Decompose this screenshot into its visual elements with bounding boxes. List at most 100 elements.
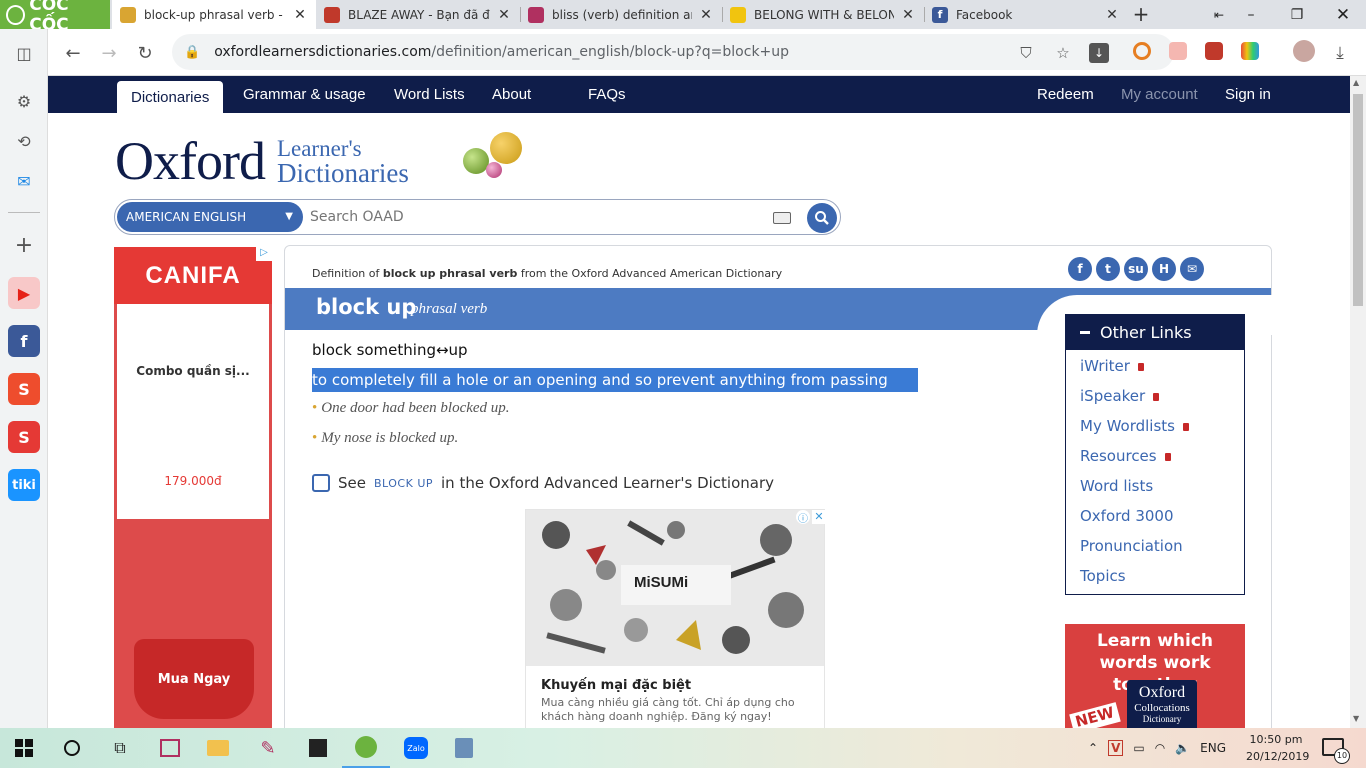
shopee-icon[interactable]: S [8,373,40,405]
nav-grammar-usage[interactable]: Grammar & usage [243,76,366,113]
task-view-icon[interactable]: ⧉ [96,728,144,768]
keyboard-icon[interactable] [773,212,791,224]
download-page-icon[interactable]: ↓ [1089,43,1109,63]
sendo-icon[interactable]: S [8,421,40,453]
language-indicator[interactable]: ENG [1200,741,1226,755]
coccoc-taskbar-icon[interactable] [342,728,390,768]
stumbleupon-share-icon[interactable]: su [1124,257,1148,281]
minimize-icon[interactable]: – [1228,0,1274,29]
tab-bliss[interactable]: bliss (verb) definition and sy ✕ [520,0,722,29]
nav-word-lists[interactable]: Word Lists [394,76,465,113]
back-icon[interactable]: ← [58,38,88,68]
tab-blaze-away[interactable]: BLAZE AWAY - Bạn đã đánh ✕ [316,0,520,29]
facebook-share-icon[interactable]: f [1068,257,1092,281]
link-topics[interactable]: Topics [1080,567,1126,585]
nav-sign-in[interactable]: Sign in [1225,76,1271,113]
forward-icon[interactable]: → [94,38,124,68]
zalo-icon[interactable]: Zalo [392,728,440,768]
collocations-ad[interactable]: Learn which words work together Oxford C… [1065,624,1245,728]
bookmark-star-icon[interactable]: ☆ [1053,43,1073,63]
windows-start-icon[interactable] [0,728,48,768]
youtube-icon[interactable]: ▶ [8,277,40,309]
sidebar-toggle-icon[interactable]: ◫ [8,37,40,69]
see-also-word[interactable]: BLOCK UP [374,477,433,490]
unikey-icon[interactable]: V [1108,740,1124,756]
misumi-ad[interactable]: MiSUMi ⓘ ✕ Khuyến mại đặc biệt Mua càng … [525,509,826,728]
red-extension-icon[interactable] [1205,42,1223,60]
close-icon[interactable]: ✕ [496,7,512,23]
language-select[interactable]: AMERICAN ENGLISH ▼ [117,202,303,232]
tiki-icon[interactable]: tiki [8,469,40,501]
tab-facebook[interactable]: f Facebook ✕ [924,0,1128,29]
app-icon[interactable] [440,728,488,768]
nav-dictionaries[interactable]: Dictionaries [117,81,224,113]
coccoc-menu-button[interactable]: CỐC CỐC [0,0,110,35]
ad-controls[interactable]: ⓘ ✕ [796,510,826,525]
gear-icon[interactable]: ⚙ [8,85,40,117]
volume-icon[interactable]: 🔈 [1175,741,1190,755]
oxford-logo[interactable]: Oxford Learner's Dictionaries [115,128,409,188]
adblock-extension-icon[interactable] [1169,42,1187,60]
close-icon[interactable]: ✕ [698,7,714,23]
page-scrollbar[interactable]: ▲ ▼ [1350,76,1366,728]
close-icon[interactable]: ✕ [292,7,308,23]
nav-faqs[interactable]: FAQs [588,76,626,113]
chrome-extension-icon[interactable] [1133,42,1151,60]
reload-icon[interactable]: ↻ [130,38,160,68]
nav-my-account[interactable]: My account [1121,76,1198,113]
facebook-icon[interactable]: f [8,325,40,357]
info-icon[interactable]: ⓘ [796,510,810,525]
search-icon[interactable] [48,728,96,768]
chevron-up-icon[interactable]: ⌃ [1088,741,1098,755]
search-button[interactable] [807,203,837,233]
link-resources[interactable]: Resources [1080,447,1171,465]
search-input[interactable] [310,206,750,228]
clock[interactable]: 10:50 pm 20/12/2019 [1246,731,1309,765]
tab-belong-with[interactable]: BELONG WITH & BELONG T ✕ [722,0,924,29]
download-icon[interactable]: ⤓ [1330,43,1350,63]
close-icon[interactable]: ✕ [812,510,826,524]
twitter-share-icon[interactable]: t [1096,257,1120,281]
link-iwriter[interactable]: iWriter [1080,357,1144,375]
scroll-up-icon[interactable]: ▲ [1353,78,1359,87]
file-explorer-icon[interactable] [194,728,242,768]
link-ispeaker[interactable]: iSpeaker [1080,387,1160,405]
restore-icon[interactable]: ❐ [1274,0,1320,29]
avatar[interactable] [1293,40,1315,62]
paint-icon[interactable]: ✎ [244,728,292,768]
nav-redeem[interactable]: Redeem [1037,76,1094,113]
url-text[interactable]: oxfordlearnersdictionaries.com/definitio… [214,44,789,60]
email-share-icon[interactable]: ✉ [1180,257,1204,281]
close-icon[interactable]: ✕ [900,7,916,23]
tab-block-up[interactable]: block-up phrasal verb - Def ✕ [112,0,316,29]
lock-icon [1183,423,1189,431]
link-pronunciation[interactable]: Pronunciation [1080,537,1183,555]
ad-buy-button[interactable]: Mua Ngay [149,672,239,687]
search-bar: AMERICAN ENGLISH ▼ [114,199,841,235]
app-grid-icon[interactable] [146,728,194,768]
nav-about[interactable]: About [492,76,531,113]
wifi-icon[interactable]: ◠ [1155,741,1165,755]
external-link-icon [312,474,330,492]
scrollbar-thumb[interactable] [1353,94,1363,306]
adchoices-icon[interactable]: ▷ [256,247,272,261]
link-word-lists[interactable]: Word lists [1080,477,1153,495]
battery-icon[interactable]: ▭ [1133,741,1144,755]
scroll-down-icon[interactable]: ▼ [1353,714,1359,723]
hi-share-icon[interactable]: H [1152,257,1176,281]
new-tab-button[interactable]: + [1130,4,1152,26]
shield-icon[interactable]: ⛉ [1016,43,1036,63]
ad-product-card[interactable]: Combo quần sị... 179.000đ [117,304,269,519]
link-my-wordlists[interactable]: My Wordlists [1080,417,1189,435]
window-close-icon[interactable]: ✕ [1320,0,1366,29]
close-icon[interactable]: ✕ [1104,7,1120,23]
link-oxford-3000[interactable]: Oxford 3000 [1080,507,1174,525]
messenger-icon[interactable]: ✉ [8,165,40,197]
canifa-ad[interactable]: CANIFA ▷ Combo quần sị... 179.000đ Mua N… [114,247,272,728]
sticky-notes-icon[interactable] [294,728,342,768]
see-also-link[interactable]: See BLOCK UP in the Oxford Advanced Lear… [312,474,774,492]
add-shortcut-icon[interactable]: + [8,229,40,261]
color-extension-icon[interactable] [1241,42,1259,60]
history-icon[interactable]: ⟲ [8,125,40,157]
other-links-header[interactable]: Other Links [1066,315,1244,350]
